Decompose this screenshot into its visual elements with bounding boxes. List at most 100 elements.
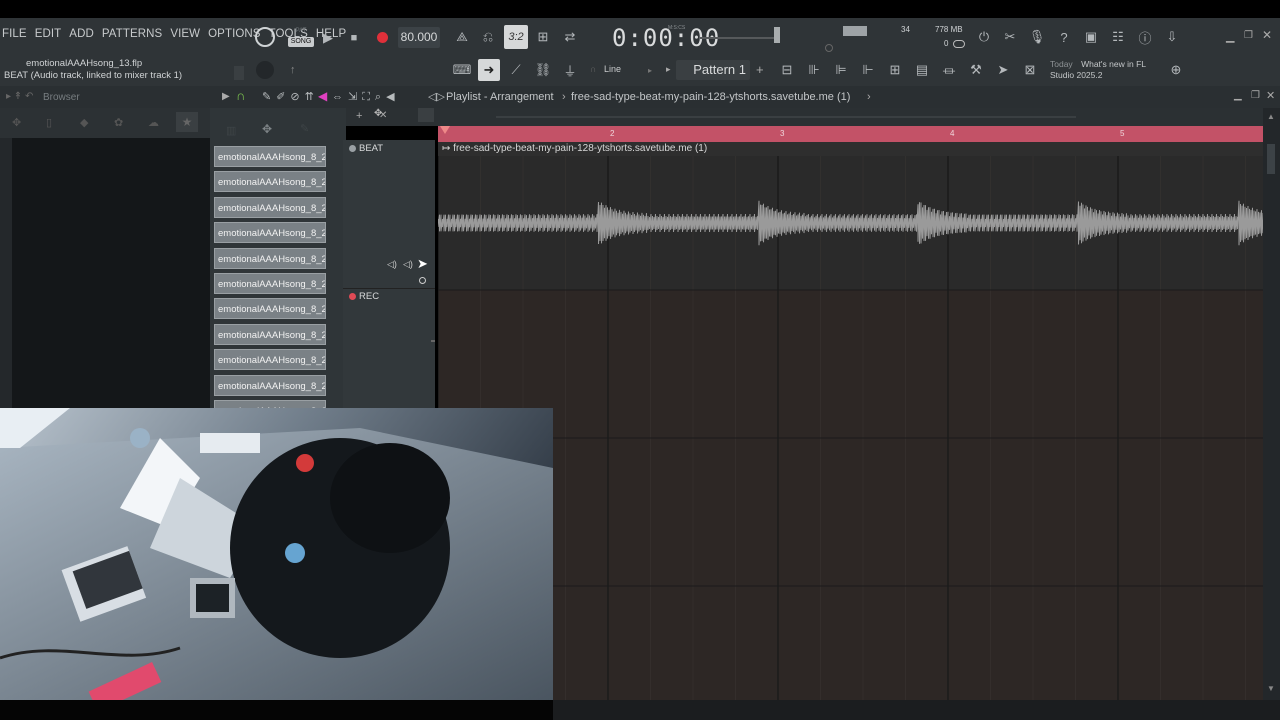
magnet-snap-icon[interactable]: ∩ (236, 88, 250, 104)
browser-settings-icon[interactable]: ✿ (114, 116, 123, 129)
piano-roll-view-icon[interactable]: ⊩ (858, 60, 878, 80)
track-rec-led[interactable] (349, 293, 356, 300)
step-edit-icon[interactable]: ⊞ (533, 27, 553, 47)
track-speaker-icon[interactable]: ◁) (387, 259, 397, 270)
track-mute-icon[interactable]: ◁) (403, 259, 413, 270)
tempo-display[interactable]: 80.000 (398, 27, 440, 48)
scroll-up-icon[interactable]: ▲ (1267, 112, 1275, 121)
track-grid-icon[interactable] (418, 108, 434, 122)
menu-options[interactable]: OPTIONS (208, 28, 260, 46)
browser-cloud-icon[interactable]: ☁ (148, 116, 159, 129)
playlist-tools-icons-2[interactable]: ⇔⇲⛶⌕◀ (332, 90, 400, 104)
save-icon[interactable]: ▣ (1081, 27, 1101, 47)
playlist-maximize-icon[interactable]: ❐ (1251, 90, 1260, 101)
master-pitch-slider[interactable] (700, 37, 780, 39)
browser-back-icon[interactable]: ◆ (80, 116, 88, 129)
magnet-icon[interactable]: ∩ (590, 64, 596, 74)
download-icon[interactable]: ⇩ (1162, 27, 1182, 47)
playlist-minimize-icon[interactable]: ▁ (1234, 90, 1242, 101)
slider-reset-icon[interactable] (825, 44, 833, 52)
help-icon[interactable]: ? (1054, 27, 1074, 47)
minimize-icon[interactable]: ▁ (1226, 30, 1234, 43)
mixer-view-icon[interactable]: ⊫ (831, 60, 851, 80)
plugin-picker-icon[interactable]: ✂ (1000, 27, 1020, 47)
shop-icon[interactable]: ⊠ (1020, 60, 1040, 80)
vertical-scrollbar[interactable]: ▲ ▼ (1263, 108, 1280, 708)
playlist-breadcrumb[interactable]: free-sad-type-beat-my-pain-128-ytshorts.… (571, 91, 850, 103)
clip-list-icon[interactable]: ▥ (226, 124, 236, 137)
clip-list-item[interactable]: emotionalAAAHsong_8_2... (214, 374, 326, 396)
track-rec[interactable]: REC (349, 291, 379, 302)
stamp-icon[interactable]: ⏚ (560, 60, 580, 80)
browser-nav-icon[interactable]: ▸ ↟ ↶ (6, 91, 33, 102)
track-resize-handle[interactable] (431, 340, 435, 342)
scroll-down-icon[interactable]: ▼ (1267, 684, 1275, 693)
mixer-icon[interactable]: ☷ (1108, 27, 1128, 47)
master-pitch-slider-handle[interactable] (774, 27, 780, 43)
horizontal-scrollbar[interactable] (496, 116, 1076, 118)
clip-list-item[interactable]: emotionalAAAHsong_8_2... (214, 222, 326, 244)
mute-tool-icon[interactable]: ◀ (318, 89, 327, 103)
loop-record-icon[interactable]: ⇄ (560, 27, 580, 47)
clip-list-item[interactable]: emotionalAAAHsong_8_2... (214, 171, 326, 193)
countdown-toggle[interactable]: 3:2 (504, 25, 528, 49)
browser-file-icon[interactable]: ▯ (46, 116, 52, 129)
play-icon[interactable]: ▶ (318, 28, 338, 48)
master-volume-knob-icon[interactable] (255, 27, 275, 47)
track-beat[interactable]: BEAT (349, 143, 383, 154)
playlist-tools-icons[interactable]: ✎✐⊘⇈ (262, 90, 319, 103)
clip-list-item[interactable]: emotionalAAAHsong_8_2... (214, 298, 326, 320)
menu-patterns[interactable]: PATTERNS (102, 28, 162, 46)
track-beat-led[interactable] (349, 145, 356, 152)
playlist-arrow-icon[interactable]: ▶ (222, 91, 230, 102)
clip-list-edit-icon[interactable]: ✎ (300, 122, 309, 135)
playlist-close-icon[interactable]: ✕ (1266, 89, 1275, 102)
audio-clip-header[interactable]: ↦ free-sad-type-beat-my-pain-128-ytshort… (438, 142, 1263, 156)
clip-list-item[interactable]: emotionalAAAHsong_8_2... (214, 247, 326, 269)
automation-icon[interactable]: ⟋ (506, 60, 526, 80)
plug-icon[interactable]: ⏛ (939, 60, 959, 80)
info-icon[interactable]: ⓘ (1135, 27, 1155, 47)
record-icon[interactable] (377, 32, 388, 43)
browser-collapse-icon[interactable]: ✥ (12, 116, 21, 129)
snap-label[interactable]: Line (604, 64, 621, 74)
master-pitch-knob-icon[interactable] (256, 61, 274, 79)
channel-rack-icon[interactable]: ⊪ (804, 60, 824, 80)
metronome-icon[interactable]: ⟁ (452, 27, 472, 47)
plugin-view-icon[interactable]: ▤ (912, 60, 932, 80)
clip-list-item[interactable]: emotionalAAAHsong_8_2... (214, 349, 326, 371)
close-icon[interactable]: ✕ (1262, 28, 1272, 42)
undo-history-icon[interactable]: ⏻ (974, 27, 994, 47)
maximize-icon[interactable]: ❐ (1244, 30, 1253, 41)
snap-dropdown-icon[interactable]: ▸ (648, 66, 652, 75)
playlist-view-icon[interactable]: ⊟ (777, 60, 797, 80)
clip-list-item[interactable]: emotionalAAAHsong_8_2... (214, 323, 326, 345)
piano-roll-icon[interactable]: ⌨ (452, 60, 472, 80)
wait-for-input-icon[interactable]: ⎌ (478, 27, 498, 47)
clip-list-move-icon[interactable]: ✥ (262, 122, 272, 136)
audio-waveform[interactable] (438, 156, 1263, 290)
playhead-marker-icon[interactable] (440, 126, 450, 134)
add-track-icon[interactable]: + (356, 110, 362, 122)
arrow-tool-icon[interactable]: ➜ (478, 59, 500, 81)
clip-list-item[interactable]: emotionalAAAHsong_8_2... (214, 196, 326, 218)
menu-view[interactable]: VIEW (170, 28, 200, 46)
news-panel[interactable]: Today What's new in FL Studio 2025.2 (1050, 59, 1146, 81)
browser-list[interactable] (0, 138, 210, 410)
clip-list-item[interactable]: emotionalAAAHsong_8_2... (214, 273, 326, 294)
microphone-icon[interactable]: 🎙 (1027, 27, 1047, 47)
menu-file[interactable]: FILE (2, 28, 27, 46)
menu-edit[interactable]: EDIT (35, 28, 62, 46)
send-icon[interactable]: ➤ (993, 60, 1013, 80)
stop-icon[interactable]: ■ (344, 28, 364, 48)
vertical-scroll-thumb[interactable] (1267, 144, 1275, 174)
globe-icon[interactable]: ⊕ (1166, 60, 1186, 80)
track-record-arm-icon[interactable] (419, 277, 426, 284)
browser-star-icon[interactable]: ★ (176, 112, 198, 132)
link-icon[interactable]: ⛓ (533, 60, 553, 80)
play-pause-icon[interactable]: ◁▷ (428, 90, 445, 103)
remove-track-icon[interactable]: ✕ (379, 110, 387, 121)
breadcrumb-chevron-icon[interactable]: › (867, 91, 871, 103)
browser-view-icon[interactable]: ⊞ (885, 60, 905, 80)
pattern-prev-icon[interactable]: ▸ (666, 64, 671, 75)
